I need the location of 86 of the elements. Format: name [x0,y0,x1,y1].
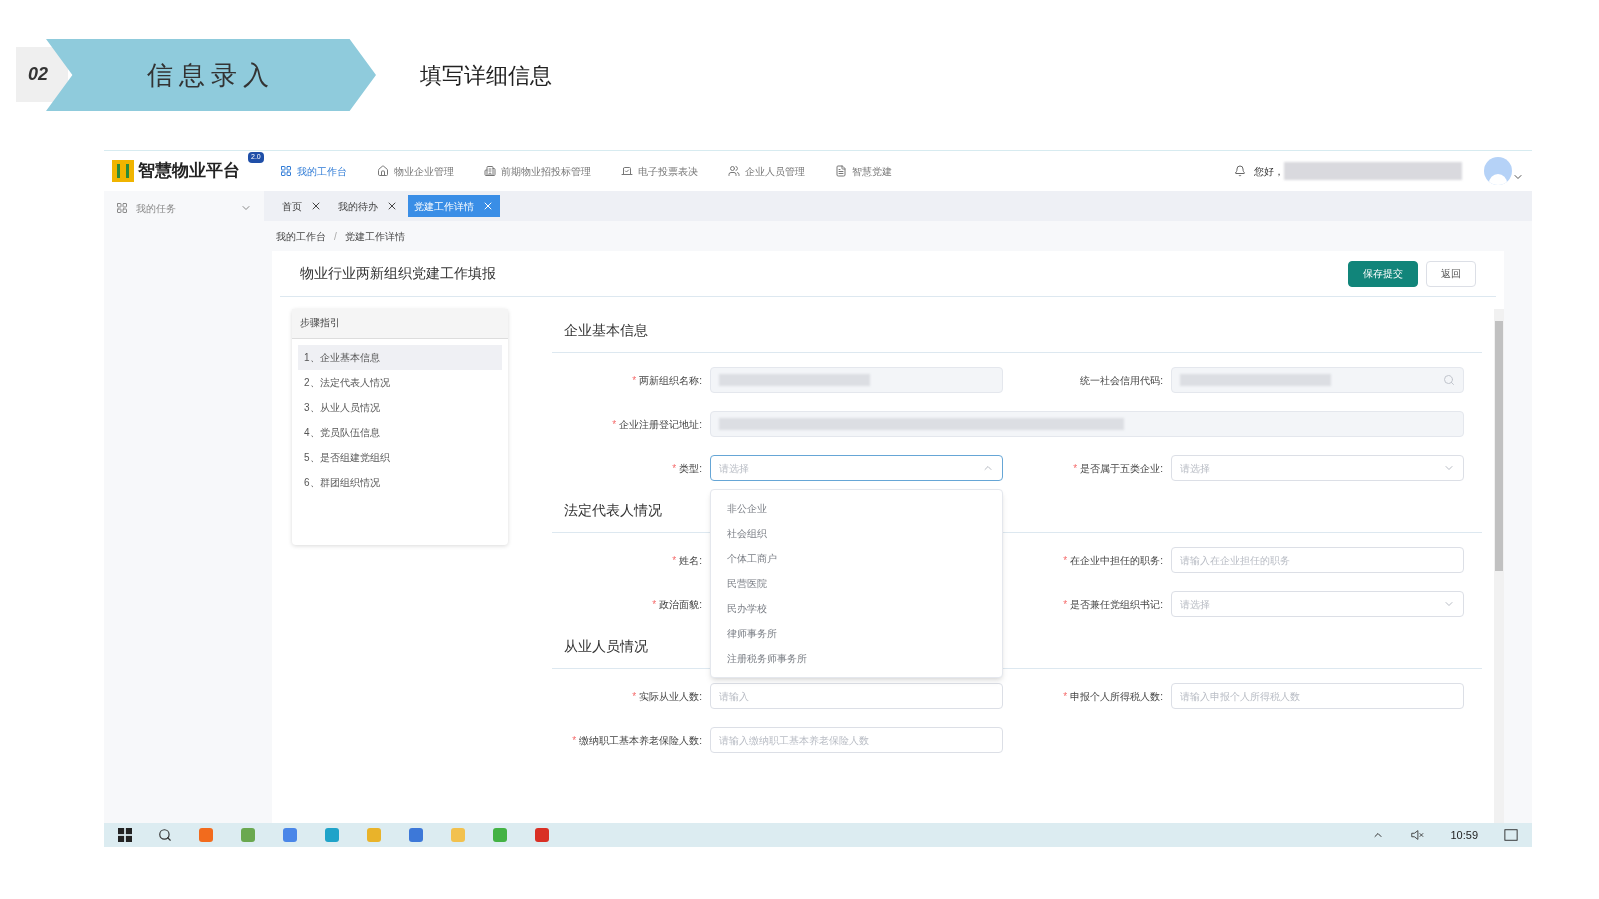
breadcrumb-link[interactable]: 我的工作台 [276,228,326,244]
field-label: 统一社会信用代码: [1080,373,1163,388]
logo-text: 智慧物业平台 [138,160,240,183]
nav-icon [484,165,496,177]
nav-icon [835,165,847,177]
field-label: 缴纳职工基本养老保险人数: [579,733,702,748]
required-mark: * [652,597,657,612]
nav-item[interactable]: 企业人员管理 [728,163,805,179]
nav-item[interactable]: 我的工作台 [280,163,347,179]
input-field[interactable] [1171,367,1464,393]
field-label: 实际从业人数: [639,689,702,704]
nav-item[interactable]: 智慧党建 [835,163,892,179]
app-icon[interactable] [282,827,298,843]
dropdown-option[interactable]: 民营医院 [711,571,1002,596]
close-icon[interactable] [310,200,322,212]
input-field[interactable] [710,367,1003,393]
step-item[interactable]: 6、群团组织情况 [298,470,502,495]
field-label: 企业注册登记地址: [619,417,702,432]
breadcrumb-separator: / [334,229,337,244]
nav-item[interactable]: 物业企业管理 [377,163,454,179]
field-label: 两新组织名称: [639,373,702,388]
nav-icon [377,165,389,177]
required-mark: * [1063,689,1068,704]
taskbar-clock: 10:59 [1450,827,1478,843]
required-mark: * [1063,553,1068,568]
field-label: 姓名: [679,553,702,568]
nav-icon [621,165,633,177]
nav-icon [728,165,740,177]
field-label: 在企业中担任的职务: [1070,553,1163,568]
step-item[interactable]: 4、党员队伍信息 [298,420,502,445]
section-heading: 从业人员情况 [563,637,648,656]
search-icon[interactable] [158,828,172,842]
required-mark: * [612,417,617,432]
app-icon[interactable] [534,827,550,843]
dropdown-option[interactable]: 非公企业 [711,496,1002,521]
required-mark: * [632,373,637,388]
field-label: 政治面貌: [659,597,702,612]
input-field[interactable] [710,411,1464,437]
notification-icon[interactable] [1234,165,1246,177]
dropdown-option[interactable]: 民办学校 [711,596,1002,621]
required-mark: * [1073,461,1078,476]
action-button[interactable]: 返回 [1426,260,1476,287]
windows-start-icon[interactable] [118,828,132,842]
nav-item[interactable]: 电子投票表决 [621,163,698,179]
action-button[interactable]: 保存提交 [1348,260,1418,287]
greeting: 您好， [1254,164,1284,179]
speaker-muted-icon[interactable] [1410,828,1425,842]
dropdown-option[interactable]: 律师事务所 [711,621,1002,646]
nav-icon [280,165,292,177]
dropdown-option[interactable]: 注册税务师事务所 [711,646,1002,671]
steps-title: 步骤指引 [292,309,508,339]
app-icon[interactable] [240,827,256,843]
field-label: 类型: [679,461,702,476]
field-label: 申报个人所得税人数: [1070,689,1163,704]
section-heading: 企业基本信息 [563,321,648,340]
required-mark: * [672,553,677,568]
user-avatar[interactable] [1484,157,1512,185]
dropdown-option[interactable]: 社会组织 [711,521,1002,546]
required-mark: * [672,461,677,476]
field-label: 是否属于五类企业: [1080,461,1163,476]
sidebar-item[interactable]: 我的任务 [116,199,252,217]
required-mark: * [1063,597,1068,612]
notification-center-icon[interactable] [1504,828,1518,842]
dropdown-option[interactable]: 个体工商户 [711,546,1002,571]
step-item[interactable]: 1、企业基本信息 [298,345,502,370]
logo-icon [112,160,134,182]
nav-item[interactable]: 前期物业招投标管理 [484,163,591,179]
required-mark: * [572,733,577,748]
step-item[interactable]: 2、法定代表人情况 [298,370,502,395]
tab[interactable]: 我的待办 [332,195,404,217]
tab[interactable]: 首页 [276,195,328,217]
close-icon[interactable] [386,200,398,212]
page-title: 物业行业两新组织党建工作填报 [300,264,497,283]
tab[interactable]: 党建工作详情 [408,195,500,217]
step-item[interactable]: 3、从业人员情况 [298,395,502,420]
grid-icon [116,202,128,214]
breadcrumb-current: 党建工作详情 [344,229,405,244]
step-item[interactable]: 5、是否组建党组织 [298,445,502,470]
app-icon[interactable] [198,827,214,843]
slide-subtitle: 填写详细信息 [420,61,552,90]
app-icon[interactable] [324,827,340,843]
app-icon[interactable] [408,827,424,843]
field-label: 是否兼任党组织书记: [1070,597,1163,612]
app-icon[interactable] [492,827,508,843]
required-mark: * [632,689,637,704]
section-heading: 法定代表人情况 [563,501,662,520]
